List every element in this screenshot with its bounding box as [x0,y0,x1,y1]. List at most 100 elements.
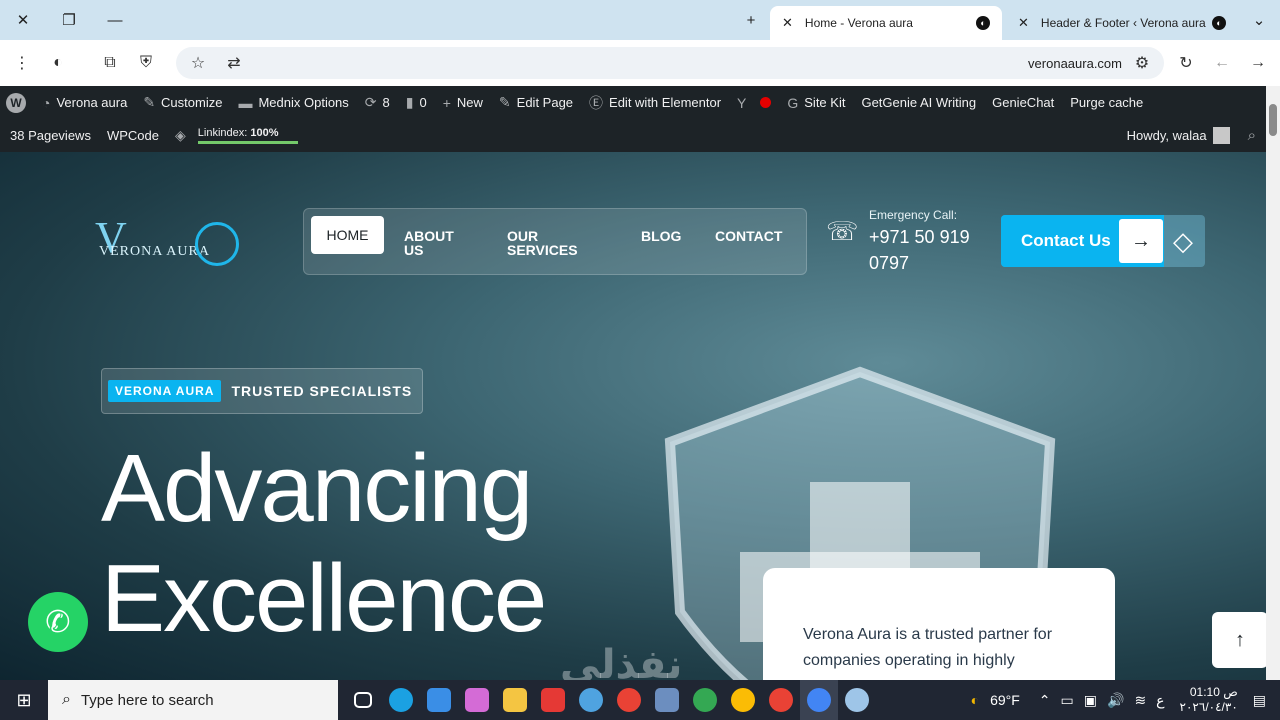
linkindex-label: Linkindex: [197,127,248,139]
tab-home[interactable]: ✕ Home - Verona aura ◐ [770,6,1002,40]
close-tab-icon[interactable]: ✕ [1018,15,1029,31]
new-tab-icon[interactable]: + [728,0,774,40]
volume-icon[interactable]: 🔊 [1107,692,1124,709]
wp-item-wpcode[interactable]: WPCode [99,119,167,152]
wp-item-label: Site Kit [804,95,846,110]
wp-item-label: 0 [419,95,427,110]
device-icon[interactable]: ▣ [1084,692,1097,709]
network-app-icon[interactable] [572,680,610,720]
wp-item-geniechat[interactable]: GenieChat [984,86,1062,119]
chevron-up-icon[interactable]: ⌃ [1039,692,1051,709]
battery-icon[interactable]: ▭ [1061,692,1074,709]
folder-icon: ▬ [238,94,253,111]
wp-item-comments[interactable]: ▮ 0 [398,86,435,119]
main-nav: HOME ABOUT US OUR SERVICES BLOG CONTACT [303,208,807,275]
task-view-icon[interactable] [344,680,382,720]
contact-us-button[interactable]: Contact Us → ◇ [1001,215,1205,267]
reload-icon[interactable]: ↻ [1168,45,1204,81]
logo-face-icon [195,222,239,266]
diamond-icon: ◇ [1173,226,1193,256]
tab-header-footer[interactable]: ✕ Header & Footer ‹ Verona aura ◐ [1006,6,1238,40]
windows-start-icon[interactable]: ⊞ [0,680,48,720]
whatsapp-icon[interactable]: ✆ [28,592,88,652]
url-text[interactable]: veronaaura.com [1028,56,1122,71]
site-settings-icon[interactable]: ⚙ [1124,45,1160,81]
nav-our-services[interactable]: OUR SERVICES [507,229,597,257]
wp-item-purge-cache[interactable]: Purge cache [1062,86,1151,119]
taskbar-search[interactable]: ⌕ Type here to search [48,680,338,720]
language-indicator[interactable]: ع [1156,692,1164,709]
close-tab-icon[interactable]: ✕ [782,15,793,31]
translate-icon[interactable]: ⇄ [216,45,252,81]
chrome-profile-icon[interactable] [686,680,724,720]
taskbar-apps [344,680,876,720]
restore-window-icon[interactable]: ❐ [46,0,92,40]
tab-title: Home - Verona aura [804,16,913,30]
taskbar-clock[interactable]: 01:10 ص ٢٠٢٦/٠٤/٣٠ [1180,685,1238,715]
wordpress-icon[interactable]: W [6,92,26,113]
close-window-icon[interactable]: ✕ [0,0,46,40]
profile-icon[interactable]: ◐ [40,45,76,81]
emergency-number[interactable]: +971 50 919 0797 [869,224,979,276]
wp-item-label: Mednix Options [258,95,349,110]
wp-item-elementor[interactable]: Ⓔ Edit with Elementor [581,86,729,119]
headline-line-2: Excellence [101,545,547,652]
intro-card: Verona Aura is a trusted partner for com… [763,568,1115,680]
menu-dots-icon[interactable]: ⋮ [4,45,40,81]
wps-icon[interactable] [534,680,572,720]
monitor-icon[interactable] [648,680,686,720]
tab-search-icon[interactable]: ⌄ [1236,0,1280,40]
wp-item-label: GetGenie AI Writing [861,95,977,110]
nav-contact[interactable]: CONTACT [715,229,782,243]
wp-item-new[interactable]: + New [435,86,491,119]
wp-item-mednix-options[interactable]: ▬ Mednix Options [230,86,356,119]
bookmark-star-icon[interactable]: ☆ [180,45,216,81]
wp-item-pageviews[interactable]: 38 Pageviews [0,119,99,152]
chrome-active-icon[interactable] [800,680,838,720]
extensions-icon[interactable]: ⧉ [92,45,128,81]
store-icon[interactable] [420,680,458,720]
copilot-icon[interactable] [458,680,496,720]
site-logo[interactable]: V VERONA AURA [95,212,245,272]
wp-item-edit-page[interactable]: ✎ Edit Page [491,86,581,119]
nav-blog[interactable]: BLOG [641,229,681,243]
nav-about-us[interactable]: ABOUT US [404,229,474,257]
plus-icon: + [442,94,451,111]
minimize-window-icon[interactable]: — [92,0,138,40]
wp-item-site-kit[interactable]: G Site Kit [779,86,853,119]
nav-home[interactable]: HOME [311,216,384,254]
omnibox[interactable]: ☆ ⇄ veronaaura.com ⚙ [176,47,1164,79]
drop-icon: ◈ [174,127,186,143]
watermark: نفذلي [560,643,683,680]
search-icon[interactable]: ⌕ [1248,127,1256,144]
chrome-icon[interactable] [610,680,648,720]
wp-item-updates[interactable]: ⟳ 8 [357,86,398,119]
chrome-profile-icon[interactable] [724,680,762,720]
shield-extension-icon[interactable]: ⛨ [128,45,164,81]
avatar [1212,127,1230,144]
wp-item-customize[interactable]: ✎ Customize [135,86,230,119]
wp-account-menu[interactable]: Howdy, walaa ⌕ [1127,119,1256,152]
linkindex-progress-bar [197,141,298,144]
paint-icon[interactable] [838,680,876,720]
file-explorer-icon[interactable] [496,680,534,720]
wp-item-getgenie[interactable]: GetGenie AI Writing [853,86,984,119]
wp-item-linkindex[interactable]: ◈ Linkindex: 100% [167,119,306,152]
yoast-icon[interactable]: Y [729,86,752,119]
hero-section: V VERONA AURA HOME ABOUT US OUR SERVICES… [0,152,1266,680]
tab-title: Header & Footer ‹ Verona aura [1040,16,1206,30]
clock-date: ٢٠٢٦/٠٤/٣٠ [1179,700,1238,714]
wp-item-site[interactable]: ◔ Verona aura [34,86,135,119]
edge-icon[interactable] [382,680,420,720]
chrome-profile-icon[interactable] [762,680,800,720]
weather-icon[interactable]: ◐ [971,692,979,708]
weather-temp[interactable]: 69°F [990,692,1020,708]
page-scrollbar[interactable] [1266,86,1280,680]
wifi-icon[interactable]: ≋ [1134,692,1146,709]
scroll-to-top-button[interactable]: ↑ [1212,612,1266,668]
scrollbar-thumb[interactable] [1269,104,1277,136]
notifications-icon[interactable]: ▤ [1253,692,1266,709]
wp-item-label: Verona aura [56,95,128,110]
back-icon[interactable]: ← [1204,45,1240,81]
forward-icon[interactable]: → [1240,45,1276,81]
